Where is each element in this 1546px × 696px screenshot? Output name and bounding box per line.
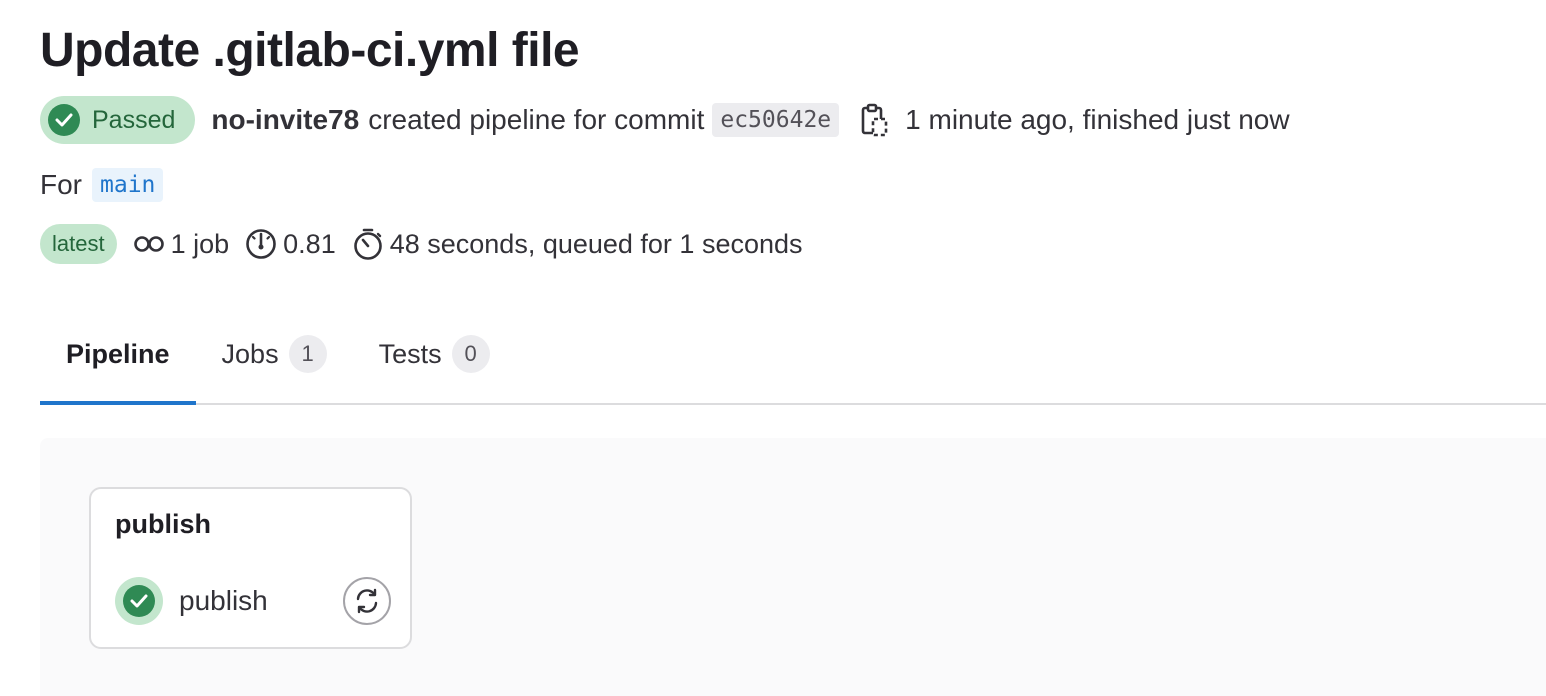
tab-jobs[interactable]: Jobs 1 [196, 305, 353, 403]
commit-action-text: created pipeline for commit [368, 104, 705, 135]
check-circle-icon [123, 585, 155, 617]
duration-stat: 48 seconds, queued for 1 seconds [352, 227, 803, 261]
status-label: Passed [92, 105, 176, 134]
tab-pipeline[interactable]: Pipeline [40, 305, 196, 405]
pipeline-meta: Passed no-invite78 created pipeline for … [40, 96, 1290, 144]
job-name[interactable]: publish [179, 585, 268, 617]
duration-text: 48 seconds, queued for 1 seconds [389, 228, 803, 259]
author-link[interactable]: no-invite78 [211, 104, 359, 136]
tab-tests-label: Tests [378, 338, 442, 369]
stage-card: publish publish [89, 487, 412, 649]
stage-title: publish [115, 509, 211, 539]
timer-icon [353, 228, 382, 260]
check-circle-icon [48, 104, 80, 136]
pipeline-page: Update .gitlab-ci.yml file Passed no-inv… [0, 0, 1546, 696]
tab-tests-count: 0 [451, 335, 490, 373]
pipeline-graph: publish publish [40, 438, 1546, 696]
branch-link[interactable]: main [92, 168, 164, 202]
tab-jobs-label: Jobs [221, 338, 279, 369]
pipeline-time: 1 minute ago, finished just now [905, 104, 1290, 135]
tab-tests[interactable]: Tests 0 [353, 305, 516, 403]
ref-prefix: For [40, 169, 82, 200]
status-badge[interactable]: Passed [40, 96, 196, 144]
tab-pipeline-label: Pipeline [66, 338, 170, 369]
page-title: Update .gitlab-ci.yml file [40, 24, 580, 77]
retry-button[interactable] [343, 577, 391, 625]
ref-row: For main [40, 166, 164, 204]
commit-sha-link[interactable]: ec50642e [712, 103, 840, 137]
coverage-stat: 0.81 [245, 228, 336, 260]
jobs-count: 1 job [170, 228, 230, 259]
retry-icon [356, 588, 378, 614]
coverage-value: 0.81 [283, 228, 336, 259]
copy-icon [861, 103, 888, 137]
pipeline-icon [133, 236, 164, 252]
copy-sha-button[interactable] [857, 100, 891, 140]
gauge-icon [246, 229, 276, 259]
pipeline-stats: latest 1 job 0.81 48 seconds, queued for… [40, 223, 819, 265]
job-status[interactable] [115, 577, 163, 625]
latest-badge: latest [40, 224, 117, 264]
jobs-count-stat: 1 job [133, 228, 230, 260]
pipeline-tabs: Pipeline Jobs 1 Tests 0 [40, 305, 1546, 405]
job-item[interactable]: publish [115, 577, 391, 625]
tab-jobs-count: 1 [288, 335, 327, 373]
